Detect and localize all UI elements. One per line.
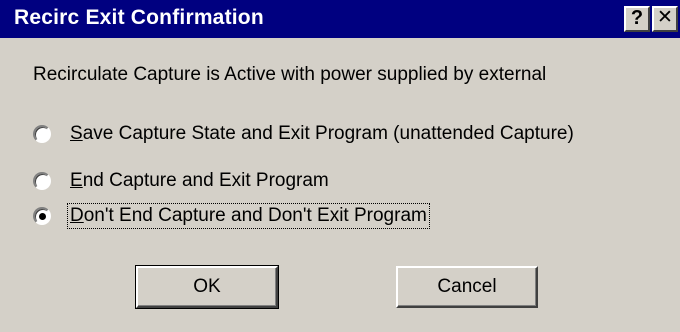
radio-button[interactable]: [33, 125, 51, 143]
radio-label[interactable]: Save Capture State and Exit Program (una…: [68, 122, 576, 146]
recirc-exit-dialog: Recirc Exit Confirmation ? ✕ Recirculate…: [0, 0, 680, 332]
message-text: Recirculate Capture is Active with power…: [33, 64, 547, 85]
cancel-button[interactable]: Cancel: [396, 266, 538, 308]
radio-label[interactable]: Don't End Capture and Don't Exit Program: [67, 203, 430, 229]
window-title: Recirc Exit Confirmation: [14, 6, 264, 29]
ok-button[interactable]: OK: [135, 265, 279, 309]
close-button[interactable]: ✕: [652, 6, 678, 32]
radio-option-end-and-exit[interactable]: End Capture and Exit Program: [33, 167, 331, 195]
radio-selected-dot: [39, 213, 46, 220]
title-bar[interactable]: Recirc Exit Confirmation ? ✕: [0, 0, 680, 38]
radio-label[interactable]: End Capture and Exit Program: [68, 169, 331, 193]
help-button[interactable]: ?: [624, 6, 650, 32]
radio-option-dont-end-dont-exit[interactable]: Don't End Capture and Don't Exit Program: [33, 202, 430, 230]
radio-option-save-and-exit[interactable]: Save Capture State and Exit Program (una…: [33, 120, 576, 148]
radio-button-selected[interactable]: [33, 207, 51, 225]
radio-button[interactable]: [33, 172, 51, 190]
close-icon: ✕: [657, 7, 673, 28]
